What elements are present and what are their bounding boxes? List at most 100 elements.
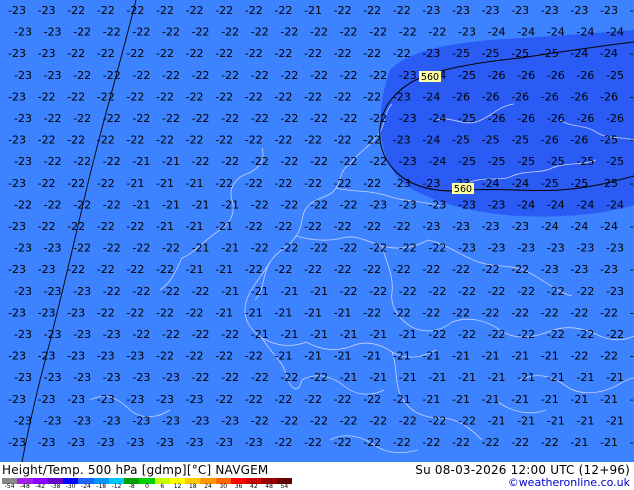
- temperature-label: -23: [38, 350, 56, 363]
- temperature-label: -22: [304, 436, 322, 449]
- temperature-label: -21: [340, 371, 358, 384]
- temperature-label: -22: [363, 177, 381, 190]
- temperature-label: -22: [67, 220, 85, 233]
- temperature-label: -22: [186, 350, 204, 363]
- temperature-label: -22: [186, 90, 204, 103]
- temperature-label: -22: [97, 47, 115, 60]
- temperature-label: -22: [422, 306, 440, 319]
- temperature-label: -22: [363, 263, 381, 276]
- temperature-label: -26: [570, 134, 588, 147]
- temperature-label: -22: [97, 177, 115, 190]
- temperature-label: -22: [274, 47, 292, 60]
- temperature-label: -24: [630, 47, 634, 60]
- credit-link[interactable]: ©weatheronline.co.uk: [508, 476, 630, 489]
- temperature-label: -25: [452, 134, 470, 147]
- temperature-label: -22: [576, 328, 594, 341]
- temperature-label: -22: [192, 371, 210, 384]
- temperature-label: -22: [280, 414, 298, 427]
- temperature-label: -23: [422, 220, 440, 233]
- temperature-label: -22: [126, 90, 144, 103]
- temperature-label: -21: [221, 285, 239, 298]
- temperature-label: -23: [126, 393, 144, 406]
- temperature-label: -25: [630, 134, 634, 147]
- temperature-label: -22: [334, 4, 352, 17]
- temperature-label: -22: [334, 436, 352, 449]
- temperature-label: -23: [97, 350, 115, 363]
- temperature-label: -22: [547, 285, 565, 298]
- temperature-label: -23: [126, 350, 144, 363]
- temperature-label: -22: [482, 306, 500, 319]
- cold-core-area: [380, 30, 634, 217]
- temperature-label: -23: [221, 414, 239, 427]
- temperature-label: -22: [547, 328, 565, 341]
- temperature-label: -24: [547, 198, 565, 211]
- temperature-label: -21: [132, 198, 150, 211]
- temperature-label: -23: [482, 220, 500, 233]
- temperature-label: -22: [452, 263, 470, 276]
- temperature-label: -22: [304, 393, 322, 406]
- temperature-label: -21: [192, 242, 210, 255]
- temperature-label: -22: [73, 112, 91, 125]
- temperature-label: -21: [511, 393, 529, 406]
- temperature-label: -23: [8, 306, 26, 319]
- temperature-label: -23: [8, 263, 26, 276]
- temperature-label: -22: [340, 26, 358, 39]
- temperature-label: -22: [251, 155, 269, 168]
- temperature-label: -22: [488, 285, 506, 298]
- temperature-label: -24: [630, 220, 634, 233]
- temperature-label: -23: [8, 177, 26, 190]
- temperature-label: -21: [162, 198, 180, 211]
- temperature-label: -21: [274, 350, 292, 363]
- temperature-label: -21: [600, 393, 618, 406]
- temperature-label: -22: [274, 177, 292, 190]
- temperature-label: -22: [245, 90, 263, 103]
- temperature-label: -22: [428, 414, 446, 427]
- temperature-label: -22: [274, 393, 292, 406]
- temperature-label: -23: [606, 242, 624, 255]
- temperature-label: -25: [458, 69, 476, 82]
- temperature-label: -22: [304, 263, 322, 276]
- temperature-label: -22: [511, 263, 529, 276]
- temperature-label: -26: [482, 90, 500, 103]
- temperature-label: -25: [570, 177, 588, 190]
- temperature-label: -21: [458, 371, 476, 384]
- temperature-label: -22: [304, 90, 322, 103]
- temperature-label: -22: [304, 47, 322, 60]
- temperature-label: -22: [310, 112, 328, 125]
- temperature-label: -22: [606, 328, 624, 341]
- temperature-label: -23: [570, 4, 588, 17]
- temperature-label: -23: [517, 242, 535, 255]
- temperature-label: -23: [488, 242, 506, 255]
- temperature-label: -22: [215, 90, 233, 103]
- temperature-label: -22: [393, 436, 411, 449]
- temperature-label: -25: [511, 134, 529, 147]
- temperature-label: -24: [517, 26, 535, 39]
- temperature-label: -23: [8, 4, 26, 17]
- temperature-label: -23: [393, 177, 411, 190]
- temperature-label: -24: [600, 47, 618, 60]
- temperature-label: -22: [399, 414, 417, 427]
- temperature-label: -22: [511, 436, 529, 449]
- temperature-label: -23: [67, 306, 85, 319]
- temperature-label: -22: [97, 220, 115, 233]
- temperature-label: -23: [132, 371, 150, 384]
- temperature-label: -23: [44, 414, 62, 427]
- temperature-label: -22: [340, 285, 358, 298]
- legend-tick-label: -18: [96, 483, 107, 490]
- temperature-label: -22: [126, 47, 144, 60]
- temperature-label: -21: [369, 328, 387, 341]
- temperature-label: -21: [245, 306, 263, 319]
- temperature-label: -22: [67, 134, 85, 147]
- temperature-label: -23: [541, 4, 559, 17]
- temperature-label: -21: [547, 414, 565, 427]
- temperature-label: -22: [340, 112, 358, 125]
- temperature-label: -22: [97, 90, 115, 103]
- temperature-label: -22: [67, 177, 85, 190]
- temperature-label: -22: [511, 306, 529, 319]
- temperature-label: -22: [363, 47, 381, 60]
- temperature-label: -22: [97, 306, 115, 319]
- temperature-label: -21: [215, 306, 233, 319]
- temperature-label: -25: [541, 47, 559, 60]
- temperature-label: -23: [67, 350, 85, 363]
- temperature-label: -23: [452, 4, 470, 17]
